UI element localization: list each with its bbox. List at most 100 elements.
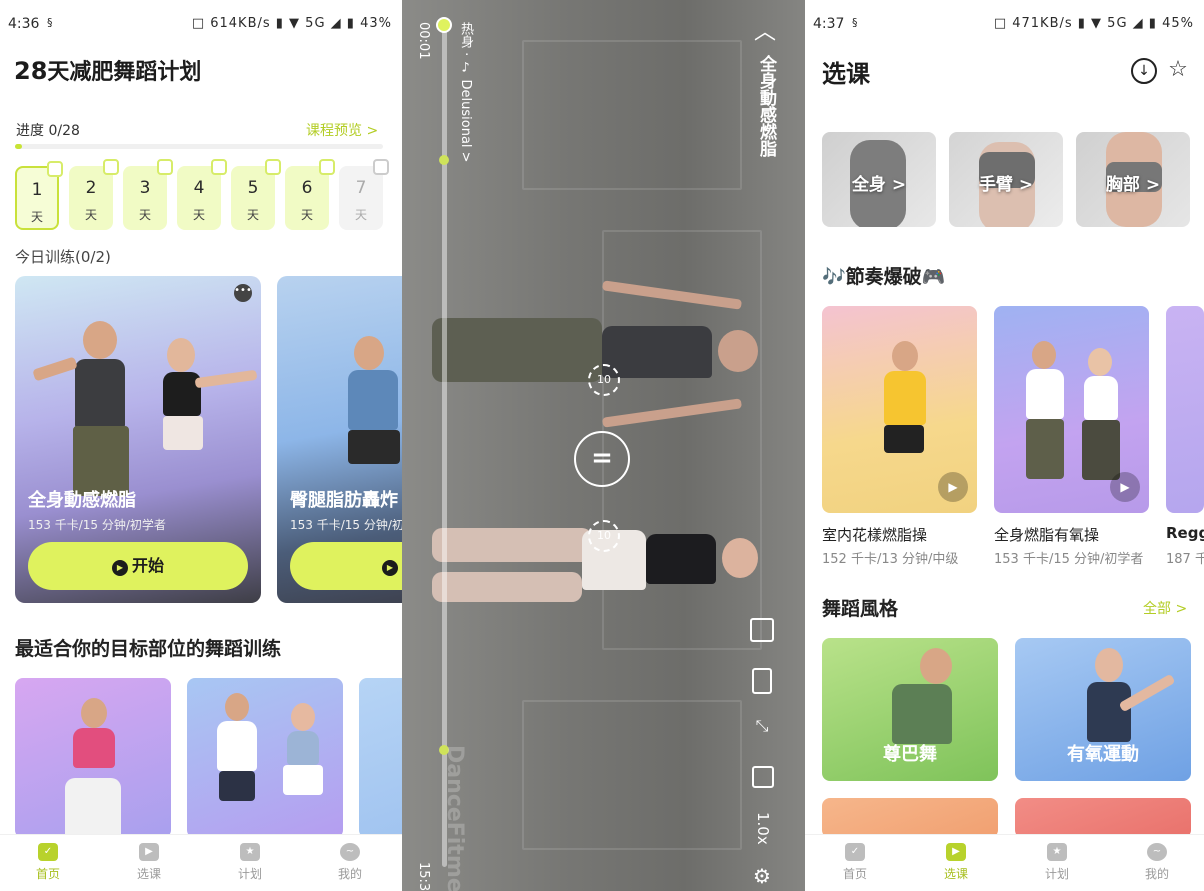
status-icons: □ 471KB/s ▮ ▼ 5G ◢ ▮ 45% <box>994 16 1194 31</box>
start-button-label: 开始 <box>131 556 164 575</box>
day-unit: 天 <box>246 208 259 222</box>
nav-plan[interactable]: ★ 计划 <box>1027 843 1087 882</box>
play-square-icon: ▶ <box>946 843 966 861</box>
wall-molding <box>522 700 742 850</box>
settings-gear-icon[interactable]: ⚙ <box>750 864 774 888</box>
rhythm-course-title: Regg <box>1166 524 1204 542</box>
layout-split-icon[interactable] <box>750 618 774 642</box>
course-preview-link[interactable]: 课程预览 > <box>306 120 378 140</box>
video-player-screen: 00:01 15:3 热身 · ♪ Delusional > 全身動感燃脂 ︿ … <box>402 0 805 891</box>
bodypart-label: 手臂 > <box>978 175 1034 195</box>
favorite-star-icon[interactable]: ☆ <box>1165 58 1191 84</box>
view-all-link[interactable]: 全部 > <box>1143 598 1187 618</box>
battery-level: 45% <box>1162 16 1194 31</box>
target-card[interactable] <box>15 678 171 838</box>
day-4-tile[interactable]: 4天 <box>177 159 227 230</box>
progress-bar <box>15 144 383 149</box>
day-7-tile[interactable]: 7天 <box>339 159 389 230</box>
day-unit: 天 <box>192 208 205 222</box>
bodypart-card-arms[interactable]: 手臂 > <box>949 132 1063 227</box>
nav-mine[interactable]: ~ 我的 <box>320 843 380 882</box>
play-icon: ▶ <box>111 560 128 576</box>
rhythm-course-card[interactable]: ▶ <box>822 306 977 513</box>
day-1-tile[interactable]: 1天 <box>15 161 63 230</box>
nav-plan[interactable]: ★ 计划 <box>220 843 280 882</box>
style-card[interactable] <box>1015 798 1191 838</box>
status-icons: □ 614KB/s ▮ ▼ 5G ◢ ▮ 43% <box>192 16 392 31</box>
playback-speed[interactable]: 1.0x <box>754 812 772 845</box>
day-unit: 天 <box>354 208 367 222</box>
segment-label[interactable]: 热身 · ♪ Delusional > <box>456 22 475 163</box>
bottom-navigation: ✓ 首页 ▶ 选课 ★ 计划 ~ 我的 <box>805 834 1204 891</box>
fullscreen-exit-icon[interactable]: ⤡ <box>750 716 774 740</box>
pause-button[interactable]: = <box>574 431 630 487</box>
day-number: 6 <box>301 178 313 198</box>
status-time: 4:36 <box>8 16 40 32</box>
day-2-tile[interactable]: 2天 <box>69 159 119 230</box>
more-options-icon[interactable]: ••• <box>234 284 252 302</box>
rhythm-course-card[interactable]: ▶ <box>994 306 1149 513</box>
nav-courses[interactable]: ▶ 选课 <box>926 843 986 882</box>
course-card[interactable]: 臀腿脂肪轟炸 153 千卡/15 分钟/初 ▶开 <box>277 276 402 603</box>
plan-title-text: 天减肥舞蹈计划 <box>47 60 202 85</box>
nav-label: 首页 <box>35 867 60 881</box>
play-icon[interactable]: ▶ <box>1110 472 1140 502</box>
plan-title: 28天减肥舞蹈计划 <box>6 46 202 86</box>
bodypart-card-fullbody[interactable]: 全身 > <box>822 132 936 227</box>
nav-home[interactable]: ✓ 首页 <box>825 843 885 882</box>
page-title: 选课 <box>814 48 870 89</box>
style-card-aerobics[interactable]: 有氧運動 <box>1015 638 1191 781</box>
mirror-view-icon[interactable] <box>752 668 772 694</box>
day-unit: 天 <box>138 208 151 222</box>
calendar-check-icon: ✓ <box>845 843 865 861</box>
style-card[interactable] <box>822 798 998 838</box>
rhythm-course-card[interactable] <box>1166 306 1204 513</box>
start-button[interactable]: ▶开 <box>290 542 402 590</box>
download-icon[interactable]: ↓ <box>1131 58 1157 84</box>
star-badge-icon: ★ <box>1047 843 1067 861</box>
day-number: 1 <box>31 180 43 200</box>
play-icon[interactable]: ▶ <box>938 472 968 502</box>
video-dancer-male <box>432 280 762 428</box>
video-timeline[interactable] <box>442 22 447 867</box>
target-card[interactable] <box>187 678 343 838</box>
day-unit: 天 <box>84 208 97 222</box>
style-label: 尊巴舞 <box>883 744 937 765</box>
profile-chart-icon: ~ <box>340 843 360 861</box>
checkbox-icon <box>211 159 227 175</box>
total-time: 15:3 <box>416 862 431 891</box>
cast-screen-icon[interactable] <box>752 766 774 788</box>
checkbox-icon <box>157 159 173 175</box>
target-card[interactable] <box>359 678 402 838</box>
dancer-figure <box>273 703 333 838</box>
rhythm-section-title: 🎶節奏爆破🎮 <box>818 262 945 289</box>
rhythm-course-meta: 152 千卡/13 分钟/中级 <box>822 552 959 567</box>
course-card[interactable]: ••• 全身動感燃脂 153 千卡/15 分钟/初学者 ▶ 开始 <box>15 276 261 603</box>
nav-label: 首页 <box>842 867 867 881</box>
progress-bar-fill <box>15 144 23 149</box>
day-number: 3 <box>139 178 151 198</box>
nav-home[interactable]: ✓ 首页 <box>18 843 78 882</box>
day-5-tile[interactable]: 5天 <box>231 159 281 230</box>
style-card-zumba[interactable]: 尊巴舞 <box>822 638 998 781</box>
forward-10-button[interactable]: 10 <box>588 520 620 552</box>
rewind-10-button[interactable]: 10 <box>588 364 620 396</box>
chevron-up-icon[interactable]: ︿ <box>754 14 776 46</box>
day-6-tile[interactable]: 6天 <box>285 159 335 230</box>
nav-label: 我的 <box>1144 867 1169 881</box>
day-unit: 天 <box>300 208 313 222</box>
start-button[interactable]: ▶ 开始 <box>28 542 248 590</box>
nav-courses[interactable]: ▶ 选课 <box>119 843 179 882</box>
vpn-icon: § <box>47 16 53 29</box>
instructor-male-figure <box>32 321 155 496</box>
timeline-scrubber[interactable] <box>436 17 452 33</box>
dancer-figure <box>1014 341 1074 501</box>
status-bar: 4:36 § □ 614KB/s ▮ ▼ 5G ◢ ▮ 43% <box>0 0 402 48</box>
bodypart-card-chest[interactable]: 胸部 > <box>1076 132 1190 227</box>
day-3-tile[interactable]: 3天 <box>123 159 173 230</box>
play-square-icon: ▶ <box>139 843 159 861</box>
rhythm-course-meta: 187 千 <box>1166 552 1204 567</box>
nav-mine[interactable]: ~ 我的 <box>1127 843 1187 882</box>
bodypart-label: 全身 > <box>851 175 907 195</box>
bodypart-label: 胸部 > <box>1105 175 1161 195</box>
